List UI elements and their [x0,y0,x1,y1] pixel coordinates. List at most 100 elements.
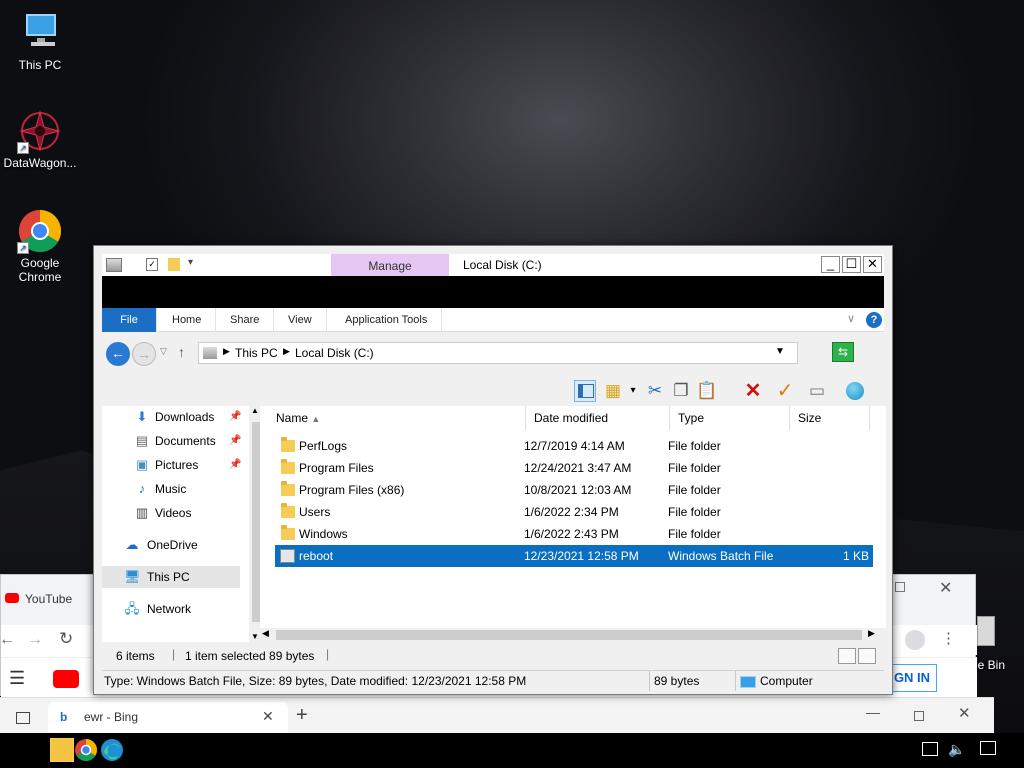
status-bar: 6 items | 1 item selected 89 bytes | [102,642,884,670]
hamburger-menu-icon[interactable]: ☰ [9,668,25,689]
address-bar[interactable]: ▶ This PC ▶ Local Disk (C:) ▼ [198,342,798,364]
edge-tab[interactable]: b ewr - Bing ✕ [48,702,288,734]
refresh-icon[interactable]: ⇆ [832,342,854,362]
nav-item-pictures[interactable]: ▣ Pictures 📌 [102,454,242,476]
nav-item-this-pc[interactable]: 🖥 This PC [102,566,240,588]
notification-icon[interactable] [980,741,996,755]
scroll-up-icon[interactable]: ▲ [251,406,259,415]
column-header-type[interactable]: Type [670,406,790,430]
column-header-size[interactable]: Size [790,406,870,430]
close-tab-icon[interactable]: ✕ [262,708,274,725]
desktop-icon-datawagon[interactable]: ↗ DataWagon... [0,108,80,170]
back-arrow-icon[interactable]: ← [0,631,15,649]
close-icon[interactable]: ✕ [939,578,952,598]
tab-file[interactable]: File [102,308,157,332]
volume-muted-icon[interactable]: 🔈 [948,741,965,758]
column-header-date[interactable]: Date modified [526,406,670,430]
properties-quick-icon[interactable]: ✓ [146,258,158,271]
breadcrumb-separator-icon[interactable]: ▶ [283,346,290,357]
up-arrow-icon[interactable]: ↑ [178,344,185,360]
expand-ribbon-icon[interactable]: ∨ [847,312,855,325]
youtube-logo-icon[interactable] [53,670,79,688]
file-explorer-window[interactable]: ✓ ▾ Manage Local Disk (C:) _ ☐ ✕ File Ho… [93,245,893,695]
horizontal-scrollbar[interactable]: ◀ ▶ [260,628,886,642]
file-row-users[interactable]: Users 1/6/2022 2:34 PM File folder [275,501,873,523]
globe-icon[interactable] [844,380,866,402]
back-button[interactable]: ← [106,342,130,366]
file-explorer-taskbar-icon[interactable] [50,738,74,762]
scroll-thumb[interactable] [276,630,862,640]
tab-home[interactable]: Home [158,308,217,332]
large-icons-view-icon[interactable] [858,648,876,664]
breadcrumb-separator-icon[interactable]: ▶ [223,346,230,357]
customize-quick-access-icon[interactable]: ▾ [188,257,193,268]
nav-item-videos[interactable]: ▥ Videos [102,502,240,524]
file-row-program-files[interactable]: Program Files 12/24/2021 3:47 AM File fo… [275,457,873,479]
new-folder-quick-icon[interactable] [168,258,180,271]
maximize-icon[interactable] [895,582,905,592]
cut-icon[interactable]: ✂ [644,380,666,402]
scroll-left-icon[interactable]: ◀ [262,628,269,639]
views-dropdown-icon[interactable]: ▾ [622,380,644,402]
chrome-tab-label[interactable]: YouTube [25,592,72,606]
desktop-icon-this-pc[interactable]: This PC [0,10,80,72]
nav-item-network[interactable]: 🖧 Network [102,598,240,620]
forward-button[interactable]: → [132,342,156,366]
download-icon: ⬇ [136,409,148,424]
paste-icon[interactable]: 📋 [696,380,718,402]
tab-actions-icon[interactable] [16,712,30,724]
file-type: File folder [668,483,721,497]
tab-view[interactable]: View [274,308,327,332]
views-icon[interactable]: ▦ [602,380,624,402]
edge-taskbar-icon[interactable] [100,738,124,762]
close-button[interactable]: ✕ [863,256,882,273]
chrome-taskbar-icon[interactable] [74,738,98,762]
tab-share[interactable]: Share [216,308,275,332]
breadcrumb-local-disk[interactable]: Local Disk (C:) [295,346,374,360]
scroll-right-icon[interactable]: ▶ [868,628,875,639]
file-row-windows[interactable]: Windows 1/6/2022 2:43 PM File folder [275,523,873,545]
nav-item-label: Pictures [155,458,199,472]
manage-tab[interactable]: Manage [331,254,449,276]
file-row-perflogs[interactable]: PerfLogs 12/7/2019 4:14 AM File folder [275,435,873,457]
minimize-button[interactable]: _ [821,256,840,273]
recycle-bin-icon[interactable] [975,612,1005,652]
recycle-bin-label[interactable]: le Bin [975,658,1005,672]
copy-icon[interactable]: ❐ [670,380,692,402]
new-tab-icon[interactable]: + [296,704,308,727]
maximize-icon[interactable] [914,711,924,721]
reload-icon[interactable]: ↻ [59,629,73,649]
nav-item-music[interactable]: ♪ Music [102,478,240,500]
preview-pane-icon[interactable] [574,380,596,402]
file-type: File folder [668,439,721,453]
scroll-down-icon[interactable]: ▼ [251,632,259,641]
rename-icon[interactable]: ▭ [806,380,828,402]
menu-dots-icon[interactable]: ⋮ [941,629,956,647]
breadcrumb-this-pc[interactable]: This PC [235,346,278,360]
delete-icon[interactable]: ✕ [742,380,764,402]
recent-locations-icon[interactable]: ▽ [160,346,167,357]
file-row-program-files-x86[interactable]: Program Files (x86) 10/8/2021 12:03 AM F… [275,479,873,501]
nav-item-documents[interactable]: ▤ Documents 📌 [102,430,242,452]
forward-arrow-icon[interactable]: → [27,631,43,649]
close-icon[interactable]: ✕ [958,704,971,722]
tab-application-tools[interactable]: Application Tools [331,308,443,332]
network-tray-icon[interactable] [922,742,938,756]
address-dropdown-icon[interactable]: ▼ [775,346,785,357]
column-header-name[interactable]: Name ▲ [268,406,526,430]
nav-item-onedrive[interactable]: ☁ OneDrive [102,534,240,556]
nav-item-downloads[interactable]: ⬇ Downloads 📌 [102,406,242,428]
checkmark-icon[interactable]: ✓ [774,380,796,402]
profile-avatar-icon[interactable] [905,630,925,650]
minimize-icon[interactable]: — [866,704,880,720]
help-icon[interactable]: ? [866,312,882,328]
details-view-icon[interactable] [838,648,856,664]
title-bar[interactable]: ✓ ▾ Manage Local Disk (C:) _ ☐ ✕ [102,254,884,276]
file-row-reboot[interactable]: reboot 12/23/2021 12:58 PM Windows Batch… [275,545,873,567]
edge-window-background[interactable]: b ewr - Bing ✕ + — ✕ [0,697,994,734]
cloud-icon: ☁ [125,537,139,552]
sign-in-button[interactable]: GN IN [887,664,937,692]
desktop-icon-google-chrome[interactable]: ↗ Google Chrome [0,208,80,284]
computer-icon: 🖥 [124,569,141,584]
maximize-button[interactable]: ☐ [842,256,861,273]
